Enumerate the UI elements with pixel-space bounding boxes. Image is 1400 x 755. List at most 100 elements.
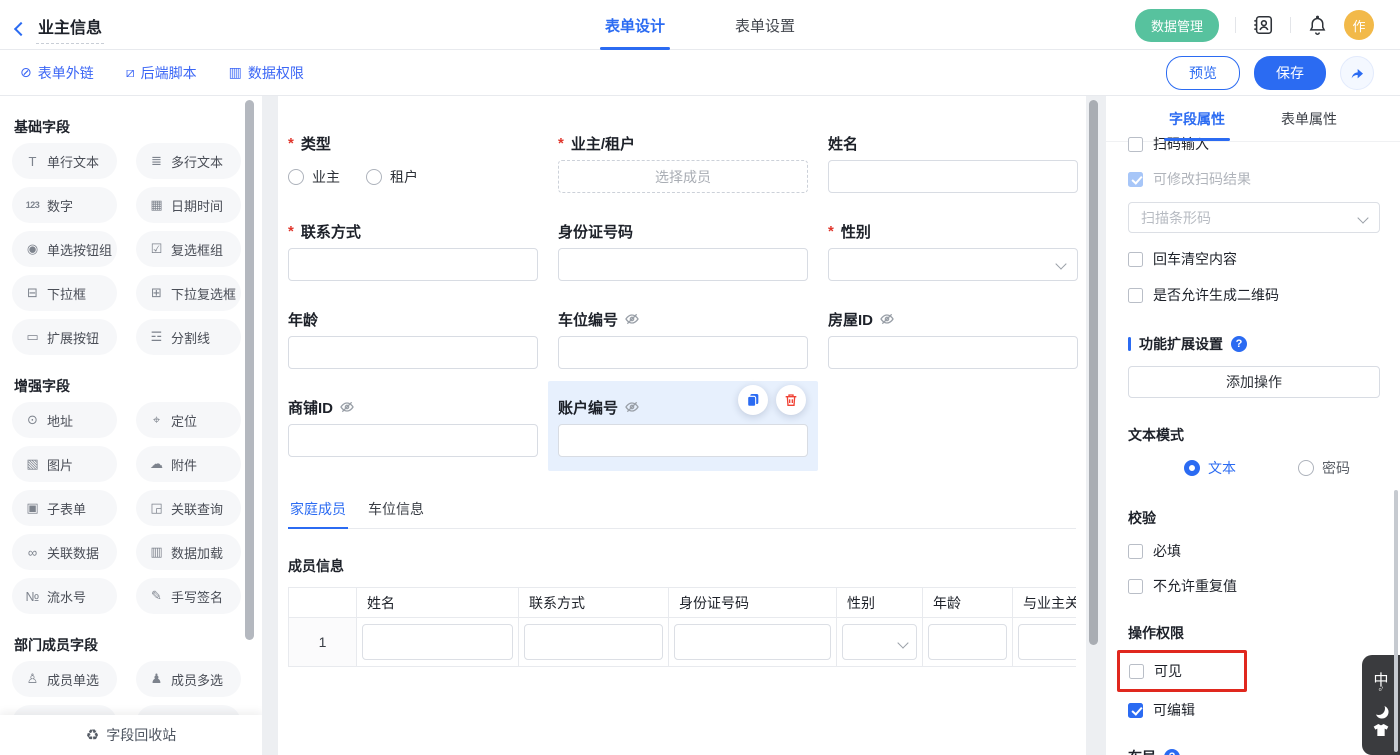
member-name-input[interactable]	[362, 624, 513, 660]
sidebar-item-datetime[interactable]: ▦日期时间	[136, 187, 241, 223]
tab-family-members[interactable]: 家庭成员	[288, 491, 348, 528]
field-name[interactable]: 姓名	[828, 133, 1078, 193]
field-recycle-bin[interactable]: ♻ 字段回收站	[0, 715, 262, 755]
copy-field-button[interactable]	[738, 385, 768, 415]
select-member-box[interactable]: 选择成员	[558, 160, 808, 193]
account-no-input[interactable]	[558, 424, 808, 457]
field-parking-no[interactable]: 车位编号	[558, 309, 808, 369]
sidebar-scrollbar[interactable]	[245, 100, 254, 640]
external-link-button[interactable]: ⊘ 表单外链	[20, 63, 94, 83]
shop-id-input[interactable]	[288, 424, 538, 457]
member-gender-select[interactable]	[842, 624, 917, 660]
sidebar-item-serial-number[interactable]: №流水号	[12, 578, 117, 614]
sidebar-item-radio-group[interactable]: ◉单选按钮组	[12, 231, 117, 267]
tab-parking-info[interactable]: 车位信息	[366, 491, 426, 528]
help-icon[interactable]: ?	[1164, 749, 1180, 755]
help-icon[interactable]: ?	[1231, 336, 1247, 352]
sidebar-item-member-single[interactable]: ♙成员单选	[12, 661, 117, 697]
sidebar-item-relation-data[interactable]: ∞关联数据	[12, 534, 117, 570]
sidebar-item-divider[interactable]: ☲分割线	[136, 319, 241, 355]
field-account-no[interactable]: 账户编号	[558, 397, 808, 457]
sidebar-item-location[interactable]: ⌖定位	[136, 402, 241, 438]
sidebar-item-dropdown[interactable]: ⊟下拉框	[12, 275, 117, 311]
checkbox-checked-disabled-icon[interactable]	[1128, 172, 1143, 187]
tab-form-properties[interactable]: 表单属性	[1279, 96, 1339, 141]
backend-script-button[interactable]: ⧄ 后端脚本	[126, 63, 197, 83]
member-contact-input[interactable]	[524, 624, 663, 660]
gender-select[interactable]	[828, 248, 1078, 281]
checkbox-clear-on-enter[interactable]: 回车清空内容	[1128, 248, 1380, 270]
contact-book-icon[interactable]	[1252, 14, 1274, 36]
checkbox-checked-icon[interactable]	[1128, 703, 1143, 718]
eye-hidden-icon	[624, 399, 640, 415]
sidebar-item-single-line-text[interactable]: T单行文本	[12, 143, 117, 179]
share-button[interactable]	[1340, 56, 1374, 90]
notification-bell-icon[interactable]	[1307, 15, 1328, 36]
field-age[interactable]: 年龄	[288, 309, 538, 369]
member-age-input[interactable]	[928, 624, 1007, 660]
window-scrollbar[interactable]	[1394, 490, 1398, 752]
data-permission-button[interactable]: ▥ 数据权限	[229, 63, 304, 83]
canvas-scrollbar[interactable]	[1089, 100, 1098, 645]
radio-owner[interactable]: 业主	[288, 167, 340, 187]
field-shop-id[interactable]: 商铺ID	[288, 397, 538, 457]
tab-form-settings[interactable]: 表单设置	[732, 0, 798, 50]
sidebar-item-address[interactable]: ⊙地址	[12, 402, 117, 438]
field-type[interactable]: *类型 业主 租户	[288, 133, 538, 193]
checkbox-icon[interactable]	[1128, 137, 1143, 152]
sidebar-item-member-multi[interactable]: ♟成员多选	[136, 661, 241, 697]
field-id-number[interactable]: 身份证号码	[558, 221, 808, 281]
checkbox-editable[interactable]: 可编辑	[1128, 699, 1380, 721]
checkbox-icon[interactable]	[1128, 252, 1143, 267]
checkbox-no-duplicate[interactable]: 不允许重复值	[1128, 575, 1380, 597]
sidebar-item-checkbox-group[interactable]: ☑复选框组	[136, 231, 241, 267]
member-relation-input[interactable]	[1018, 624, 1076, 660]
user-avatar[interactable]: 作	[1344, 10, 1374, 40]
radio-tenant[interactable]: 租户	[366, 167, 418, 187]
house-id-input[interactable]	[828, 336, 1078, 369]
delete-field-button[interactable]	[776, 385, 806, 415]
member-id-input[interactable]	[674, 624, 831, 660]
sidebar-item-subform[interactable]: ▣子表单	[12, 490, 117, 526]
field-house-id[interactable]: 房屋ID	[828, 309, 1078, 369]
preview-button[interactable]: 预览	[1166, 56, 1240, 90]
sidebar-item-signature[interactable]: ✎手写签名	[136, 578, 241, 614]
checkbox-icon[interactable]	[1128, 288, 1143, 303]
radio-password-mode[interactable]: 密码	[1298, 458, 1350, 478]
theme-shirt-icon[interactable]	[1373, 723, 1389, 737]
sidebar-item-attachment[interactable]: ☁附件	[136, 446, 241, 482]
contact-input[interactable]	[288, 248, 538, 281]
checkbox-icon[interactable]	[1129, 664, 1144, 679]
field-contact[interactable]: *联系方式	[288, 221, 538, 281]
sidebar-item-image[interactable]: ▧图片	[12, 446, 117, 482]
checkbox-allow-qrcode[interactable]: 是否允许生成二维码	[1128, 284, 1380, 306]
checkbox-scan-input[interactable]: 扫码输入	[1128, 133, 1380, 155]
checkbox-visible[interactable]: 可见	[1129, 660, 1235, 682]
dark-mode-moon-icon[interactable]	[1371, 701, 1386, 716]
checkbox-modify-scan-result[interactable]: 可修改扫码结果	[1128, 168, 1380, 190]
sidebar-item-number[interactable]: 123数字	[12, 187, 117, 223]
add-action-button[interactable]: 添加操作	[1128, 366, 1380, 398]
sidebar-item-extend-button[interactable]: ▭扩展按钮	[12, 319, 117, 355]
save-button[interactable]: 保存	[1254, 56, 1326, 90]
data-manage-button[interactable]: 数据管理	[1135, 9, 1219, 42]
name-input[interactable]	[828, 160, 1078, 193]
sidebar-item-multi-dropdown[interactable]: ⊞下拉复选框	[136, 275, 241, 311]
radio-text-mode[interactable]: 文本	[1184, 458, 1236, 478]
sidebar-item-data-load[interactable]: ▥数据加载	[136, 534, 241, 570]
tab-form-design[interactable]: 表单设计	[602, 0, 668, 50]
parking-no-input[interactable]	[558, 336, 808, 369]
id-number-input[interactable]	[558, 248, 808, 281]
sidebar-item-relation-query[interactable]: ◲关联查询	[136, 490, 241, 526]
scan-type-select[interactable]: 扫描条形码	[1128, 202, 1380, 233]
tab-field-properties[interactable]: 字段属性	[1167, 96, 1227, 141]
translate-icon[interactable]: 中 ᵒʼ	[1373, 674, 1388, 694]
sidebar-item-multi-line-text[interactable]: ≣多行文本	[136, 143, 241, 179]
back-button[interactable]: 业主信息	[16, 12, 104, 44]
checkbox-required[interactable]: 必填	[1128, 540, 1380, 562]
checkbox-icon[interactable]	[1128, 579, 1143, 594]
field-owner-tenant[interactable]: *业主/租户 选择成员	[558, 133, 808, 193]
field-gender[interactable]: *性别	[828, 221, 1078, 281]
age-input[interactable]	[288, 336, 538, 369]
checkbox-icon[interactable]	[1128, 544, 1143, 559]
